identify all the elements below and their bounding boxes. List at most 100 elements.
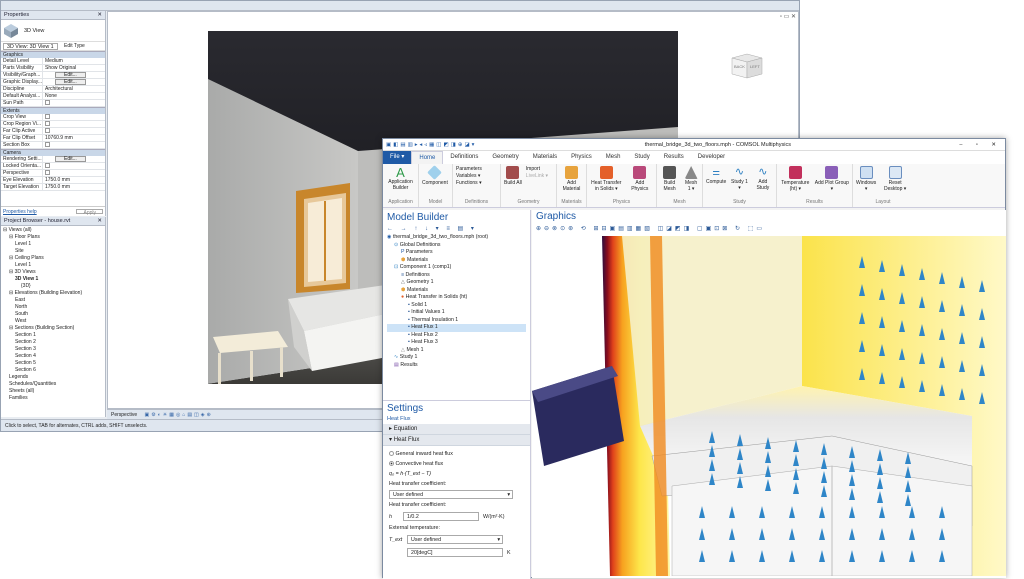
group-camera[interactable]: Camera bbox=[1, 149, 105, 156]
browser-tree-item[interactable]: ⊟ Sections (Building Section) bbox=[3, 325, 103, 332]
section-equation[interactable]: ▸ Equation bbox=[383, 424, 530, 435]
browser-tree-item[interactable]: Families bbox=[3, 395, 103, 402]
close-icon[interactable]: ✕ bbox=[97, 218, 102, 224]
viewcube[interactable]: BACK LEFT bbox=[728, 50, 766, 80]
graphics-row[interactable]: Sun Path bbox=[1, 100, 105, 107]
model-tree-item[interactable]: △ Mesh 1 bbox=[387, 347, 526, 355]
property-value[interactable] bbox=[43, 142, 105, 148]
close-icon[interactable]: ✕ bbox=[97, 12, 102, 18]
extents-row[interactable]: Crop View bbox=[1, 114, 105, 121]
browser-tree-item[interactable]: Legends bbox=[3, 374, 103, 381]
browser-tree-item[interactable]: ⊟ 3D Views bbox=[3, 269, 103, 276]
camera-row[interactable]: Perspective bbox=[1, 170, 105, 177]
ribbon-tab[interactable]: Definitions bbox=[443, 151, 485, 164]
browser-tree-item[interactable]: Section 6 bbox=[3, 367, 103, 374]
ribbon-tab[interactable]: Results bbox=[657, 151, 691, 164]
ribbon-tab[interactable]: Study bbox=[627, 151, 656, 164]
browser-tree-item[interactable]: ⊟ Views (all) bbox=[3, 227, 103, 234]
add-plot-group-button[interactable]: Add Plot Group ▾ bbox=[815, 166, 849, 192]
model-tree-item[interactable]: ▪ Solid 1 bbox=[387, 302, 526, 310]
add-study-button[interactable]: ∿ Add Study bbox=[753, 166, 773, 191]
compute-button[interactable]: = Compute bbox=[706, 166, 726, 185]
h-input[interactable]: 1/0.2 bbox=[403, 512, 479, 521]
checkbox[interactable] bbox=[45, 100, 50, 106]
view-mode[interactable]: Perspective bbox=[111, 412, 137, 418]
ribbon-tab[interactable]: File ▾ bbox=[383, 151, 412, 164]
definitions-item[interactable]: Parameters bbox=[456, 166, 497, 173]
ribbon-tab[interactable]: Developer bbox=[691, 151, 732, 164]
browser-tree-item[interactable]: South bbox=[3, 311, 103, 318]
browser-tree-item[interactable]: Section 2 bbox=[3, 339, 103, 346]
property-value[interactable] bbox=[43, 121, 105, 127]
graphics-row[interactable]: Default Analysi... None bbox=[1, 93, 105, 100]
browser-tree-item[interactable]: Section 5 bbox=[3, 360, 103, 367]
graphics-row[interactable]: Visibility/Graph... Edit... bbox=[1, 72, 105, 79]
radio-convective[interactable]: Convective heat flux bbox=[383, 459, 530, 469]
model-tree-item[interactable]: ▪ Thermal Insulation 1 bbox=[387, 317, 526, 325]
checkbox[interactable] bbox=[45, 128, 50, 134]
geometry-item[interactable]: LiveLink ▾ bbox=[526, 173, 548, 180]
property-value[interactable]: 10760.9 mm bbox=[43, 135, 105, 141]
camera-row[interactable]: Eye Elevation 1750.0 mm bbox=[1, 177, 105, 184]
browser-tree-item[interactable]: Section 1 bbox=[3, 332, 103, 339]
view-control-icons[interactable]: ▣⚙◐☀▦◎⌂▤◫◈⊕ bbox=[145, 412, 213, 418]
edit-button[interactable]: Edit... bbox=[55, 79, 86, 85]
model-tree-item[interactable]: ⊙ Global Definitions bbox=[387, 242, 526, 250]
add-physics-button[interactable]: Add Physics bbox=[627, 166, 653, 192]
definitions-item[interactable]: Variables ▾ bbox=[456, 173, 497, 180]
ribbon-tab[interactable]: Materials bbox=[526, 151, 564, 164]
view-selector[interactable]: 3D View: 3D View 1 bbox=[3, 42, 58, 50]
browser-tree-item[interactable]: Section 3 bbox=[3, 346, 103, 353]
camera-row[interactable]: Target Elevation 1750.0 mm bbox=[1, 184, 105, 191]
view-window-controls[interactable]: ▫ ▭ ✕ bbox=[780, 13, 796, 20]
checkbox[interactable] bbox=[45, 142, 50, 148]
radio-general[interactable]: General inward heat flux bbox=[383, 449, 530, 459]
property-value[interactable] bbox=[43, 163, 105, 169]
ribbon-tab[interactable]: Physics bbox=[564, 151, 599, 164]
mesh-1-button[interactable]: Mesh 1 ▾ bbox=[683, 166, 699, 192]
model-tree-item[interactable]: △ Geometry 1 bbox=[387, 279, 526, 287]
property-value[interactable] bbox=[43, 100, 105, 106]
group-graphics[interactable]: Graphics bbox=[1, 51, 105, 58]
model-tree-item[interactable]: ● Heat Transfer in Solids (ht) bbox=[387, 294, 526, 302]
extents-row[interactable]: Far Clip Offset 10760.9 mm bbox=[1, 135, 105, 142]
property-value[interactable]: None bbox=[43, 93, 105, 99]
property-value[interactable]: 1750.0 mm bbox=[43, 184, 105, 190]
model-builder-toolbar[interactable]: ← → ↑ ↓ ▾ ≡ ▤ ▾ bbox=[383, 225, 530, 232]
graphics-row[interactable]: Parts Visibility Show Original bbox=[1, 65, 105, 72]
window-controls[interactable]: – ▫ ✕ bbox=[959, 142, 1002, 148]
model-tree-item[interactable]: ⊡ Component 1 (comp1) bbox=[387, 264, 526, 272]
properties-help-link[interactable]: Properties help bbox=[3, 209, 37, 215]
text-select[interactable]: User defined ▾ bbox=[407, 535, 503, 544]
browser-tree-item[interactable]: West bbox=[3, 318, 103, 325]
camera-row[interactable]: Locked Orienta... bbox=[1, 163, 105, 170]
model-tree-item[interactable]: ▪ Heat Flux 2 bbox=[387, 332, 526, 340]
extents-row[interactable]: Section Box bbox=[1, 142, 105, 149]
camera-row[interactable]: Rendering Setti... Edit... bbox=[1, 156, 105, 163]
model-tree-item[interactable]: ▤ Results bbox=[387, 362, 526, 370]
edit-button[interactable]: Edit... bbox=[55, 72, 86, 78]
browser-tree-item[interactable]: 3D View 1 bbox=[3, 276, 103, 283]
ribbon-tab[interactable]: Mesh bbox=[599, 151, 628, 164]
extents-row[interactable]: Far Clip Active bbox=[1, 128, 105, 135]
browser-tree-item[interactable]: ⊟ Floor Plans bbox=[3, 234, 103, 241]
heat-transfer-button[interactable]: Heat Transfer in Solids ▾ bbox=[590, 166, 623, 192]
text-input[interactable]: 20[degC] bbox=[407, 548, 503, 557]
graphics-row[interactable]: Detail Level Medium bbox=[1, 58, 105, 65]
component-button[interactable]: Component bbox=[422, 165, 448, 186]
model-tree-item[interactable]: ∿ Study 1 bbox=[387, 354, 526, 362]
study-1-button[interactable]: ∿ Study 1 ▾ bbox=[730, 166, 748, 191]
browser-tree-item[interactable]: Site bbox=[3, 248, 103, 255]
ribbon-tab[interactable]: Home bbox=[411, 151, 444, 164]
property-value[interactable] bbox=[43, 128, 105, 134]
section-heat-flux[interactable]: ▾ Heat Flux bbox=[383, 435, 530, 446]
model-tree-item[interactable]: ◉ thermal_bridge_3d_two_floors.mph (root… bbox=[387, 234, 526, 242]
edit-type-button[interactable]: Edit Type bbox=[64, 43, 85, 49]
model-tree-item[interactable]: ≡ Definitions bbox=[387, 272, 526, 280]
model-tree-item[interactable]: ▪ Initial Values 1 bbox=[387, 309, 526, 317]
temperature-button[interactable]: Temperature (ht) ▾ bbox=[780, 166, 811, 192]
checkbox[interactable] bbox=[45, 163, 50, 169]
apply-button[interactable]: Apply bbox=[76, 209, 103, 216]
model-tree-item[interactable]: P Parameters bbox=[387, 249, 526, 257]
edit-button[interactable]: Edit... bbox=[55, 156, 86, 162]
